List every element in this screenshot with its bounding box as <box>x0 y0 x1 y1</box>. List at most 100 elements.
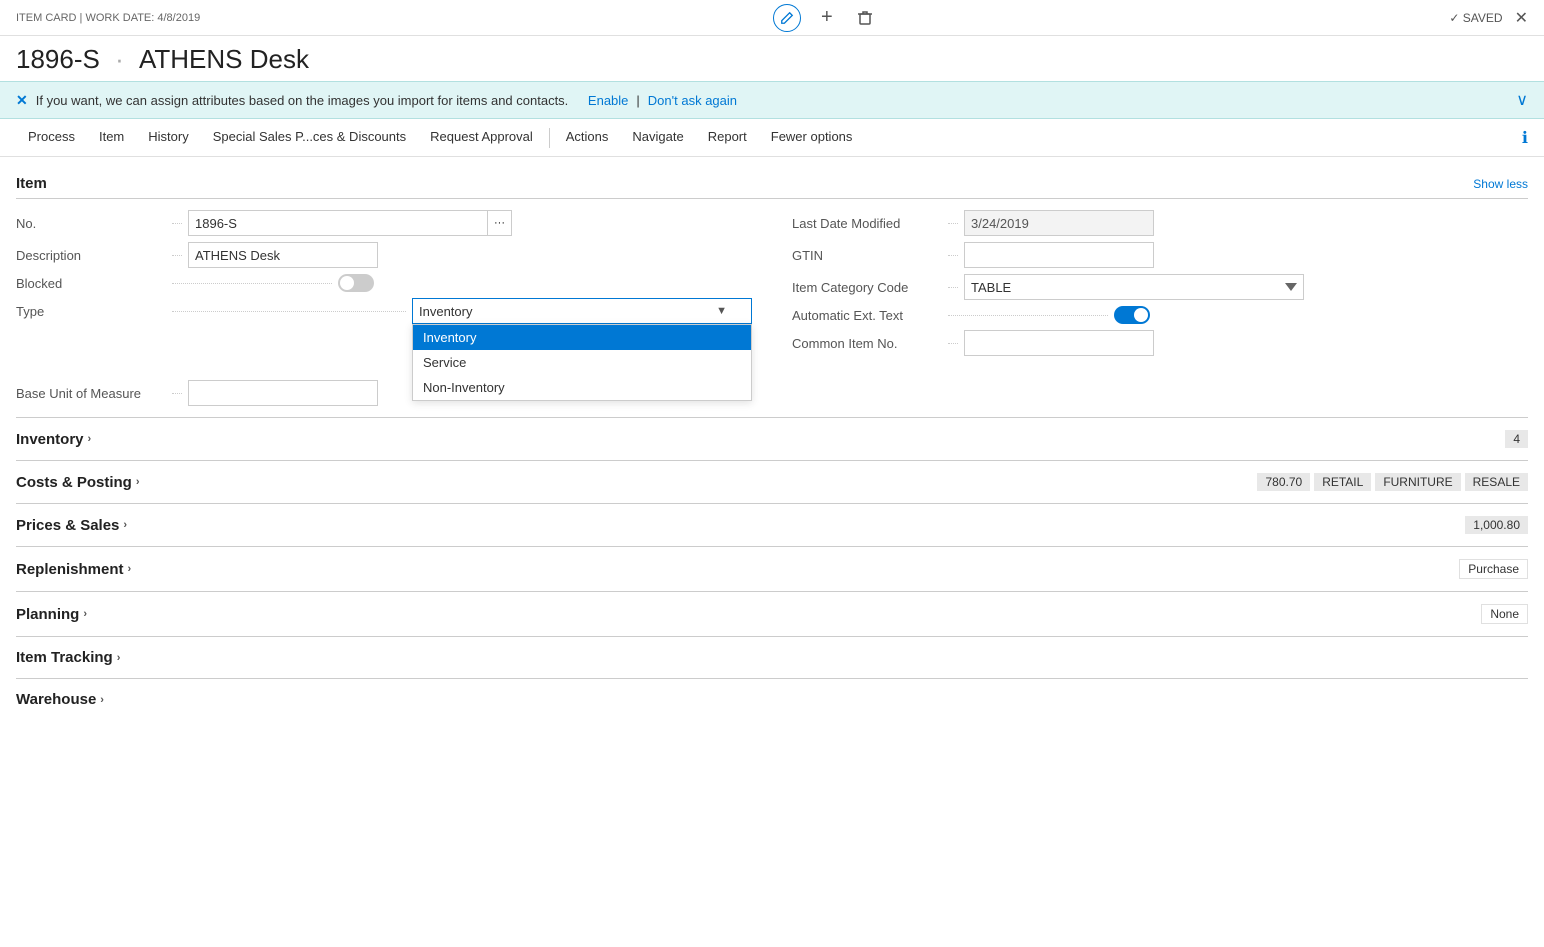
gtin-input[interactable] <box>964 242 1154 268</box>
check-icon: ✓ <box>1449 11 1459 25</box>
nav-separator <box>549 128 550 148</box>
item-category-field: TABLE <box>964 274 1304 300</box>
nav-navigate[interactable]: Navigate <box>620 119 695 157</box>
item-section-title: Item <box>16 175 47 192</box>
planning-title: Planning <box>16 606 79 623</box>
nav-menu: Process Item History Special Sales P...c… <box>0 119 1544 157</box>
inventory-title: Inventory <box>16 431 84 448</box>
replenishment-section[interactable]: Replenishment › Purchase <box>16 546 1528 591</box>
warehouse-chevron: › <box>100 694 104 706</box>
planning-section[interactable]: Planning › None <box>16 591 1528 636</box>
item-category-select[interactable]: TABLE <box>964 274 1304 300</box>
item-category-row: Item Category Code TABLE <box>772 271 1528 303</box>
costs-badge-resale: RESALE <box>1465 473 1528 491</box>
toolbar-actions: + <box>773 4 877 32</box>
auto-ext-label: Automatic Ext. Text <box>792 308 942 323</box>
base-unit-label: Base Unit of Measure <box>16 386 166 401</box>
inventory-chevron: › <box>88 433 92 445</box>
item-form: No. ··· Description <box>16 199 1528 417</box>
costs-badge-retail: RETAIL <box>1314 473 1371 491</box>
costs-chevron: › <box>136 476 140 488</box>
type-row: Type Inventory ▼ Inventory Service Non-I… <box>16 295 772 327</box>
form-col-left: No. ··· Description <box>16 207 772 409</box>
item-tracking-section[interactable]: Item Tracking › <box>16 636 1528 678</box>
enable-link[interactable]: Enable <box>588 93 628 108</box>
description-label: Description <box>16 248 166 263</box>
notification-expand[interactable]: ∨ <box>1516 90 1528 110</box>
no-lookup-button[interactable]: ··· <box>488 210 512 236</box>
no-label: No. <box>16 216 166 231</box>
item-section-header: Item Show less <box>16 165 1528 199</box>
nav-history[interactable]: History <box>136 119 200 157</box>
save-status: ✓ SAVED ✕ <box>1449 8 1528 28</box>
costs-section[interactable]: Costs & Posting › 780.70 RETAIL FURNITUR… <box>16 460 1528 503</box>
content-area: Item Show less No. ··· Descriptio <box>0 165 1544 720</box>
description-row: Description <box>16 239 772 271</box>
replenishment-title: Replenishment <box>16 561 124 578</box>
saved-label: SAVED <box>1463 11 1503 25</box>
costs-badge-price: 780.70 <box>1257 473 1310 491</box>
auto-ext-toggle[interactable] <box>1114 306 1150 324</box>
dont-ask-link[interactable]: Don't ask again <box>648 93 737 108</box>
notification-close[interactable]: ✕ <box>16 92 28 109</box>
last-date-input <box>964 210 1154 236</box>
type-selected-value: Inventory <box>419 304 472 319</box>
no-input[interactable] <box>188 210 488 236</box>
warehouse-section[interactable]: Warehouse › <box>16 678 1528 720</box>
prices-section[interactable]: Prices & Sales › 1,000.80 <box>16 503 1528 546</box>
costs-badge-furniture: FURNITURE <box>1375 473 1460 491</box>
no-field: ··· <box>188 210 512 236</box>
planning-chevron: › <box>83 608 87 620</box>
costs-title: Costs & Posting <box>16 474 132 491</box>
item-code: 1896-S <box>16 44 100 74</box>
planning-badge: None <box>1481 604 1528 624</box>
inventory-badge: 4 <box>1505 430 1528 448</box>
item-tracking-title: Item Tracking <box>16 649 113 666</box>
type-dropdown-wrapper: Inventory ▼ Inventory Service Non-Invent… <box>412 298 752 324</box>
info-icon[interactable]: ℹ <box>1522 128 1528 148</box>
title-separator: · <box>115 44 131 74</box>
type-option-noninventory[interactable]: Non-Inventory <box>413 375 751 400</box>
common-item-row: Common Item No. <box>772 327 1528 359</box>
inventory-section[interactable]: Inventory › 4 <box>16 417 1528 460</box>
delete-button[interactable] <box>853 10 877 26</box>
item-tracking-chevron: › <box>117 652 121 664</box>
page-title: 1896-S · ATHENS Desk <box>16 44 309 75</box>
edit-button[interactable] <box>773 4 801 32</box>
last-date-row: Last Date Modified <box>772 207 1528 239</box>
type-option-service[interactable]: Service <box>413 350 751 375</box>
type-dropdown-button[interactable]: Inventory ▼ <box>412 298 752 324</box>
replenishment-chevron: › <box>128 563 132 575</box>
gtin-label: GTIN <box>792 248 942 263</box>
item-name: ATHENS Desk <box>139 44 309 74</box>
common-item-input[interactable] <box>964 330 1154 356</box>
prices-badge: 1,000.80 <box>1465 516 1528 534</box>
close-button[interactable]: ✕ <box>1515 8 1528 28</box>
no-row: No. ··· <box>16 207 772 239</box>
description-input[interactable] <box>188 242 378 268</box>
item-category-label: Item Category Code <box>792 280 942 295</box>
show-less-button[interactable]: Show less <box>1473 177 1528 191</box>
add-button[interactable]: + <box>817 6 837 29</box>
prices-title: Prices & Sales <box>16 517 119 534</box>
notification-text: If you want, we can assign attributes ba… <box>36 93 569 108</box>
nav-report[interactable]: Report <box>696 119 759 157</box>
base-unit-input[interactable] <box>188 380 378 406</box>
nav-fewer-options[interactable]: Fewer options <box>759 119 865 157</box>
nav-request-approval[interactable]: Request Approval <box>418 119 545 157</box>
common-item-label: Common Item No. <box>792 336 942 351</box>
auto-ext-row: Automatic Ext. Text <box>772 303 1528 327</box>
nav-process[interactable]: Process <box>16 119 87 157</box>
nav-item[interactable]: Item <box>87 119 136 157</box>
last-date-label: Last Date Modified <box>792 216 942 231</box>
top-bar: ITEM CARD | WORK DATE: 4/8/2019 + ✓ SAVE… <box>0 0 1544 36</box>
nav-actions[interactable]: Actions <box>554 119 621 157</box>
blocked-toggle[interactable] <box>338 274 374 292</box>
notification-bar: ✕ If you want, we can assign attributes … <box>0 81 1544 119</box>
replenishment-badge: Purchase <box>1459 559 1528 579</box>
warehouse-title: Warehouse <box>16 691 96 708</box>
nav-special-sales[interactable]: Special Sales P...ces & Discounts <box>201 119 418 157</box>
type-option-inventory[interactable]: Inventory <box>413 325 751 350</box>
chevron-down-icon: ▼ <box>716 305 727 317</box>
blocked-row: Blocked <box>16 271 772 295</box>
